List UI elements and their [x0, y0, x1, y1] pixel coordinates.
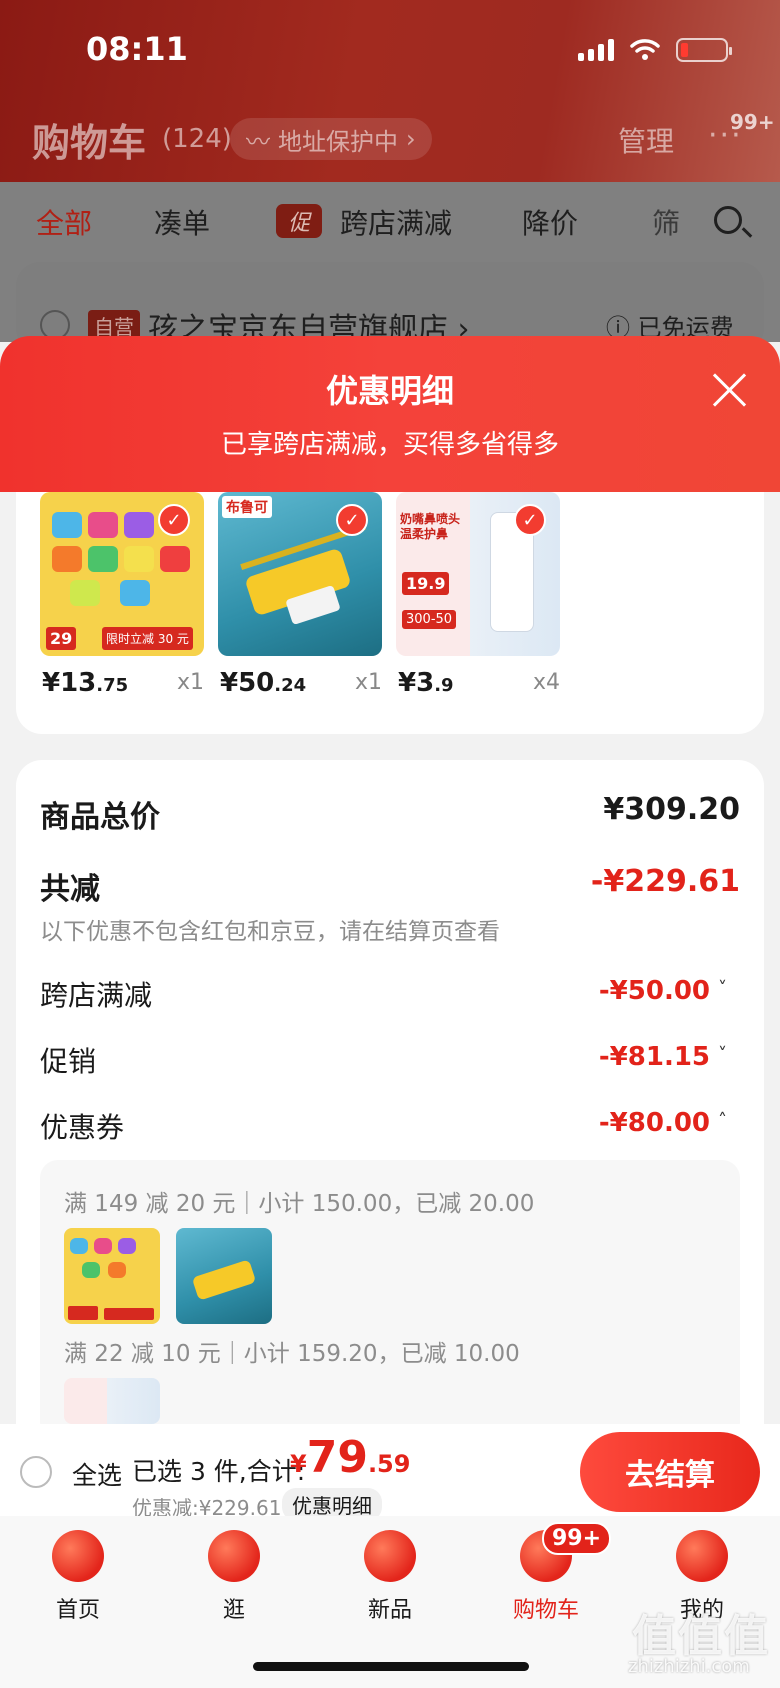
- checkout-button[interactable]: 去结算: [580, 1432, 760, 1512]
- browse-icon: [208, 1530, 260, 1582]
- cross-store-value[interactable]: -¥50.00: [560, 976, 710, 1006]
- page-title: 购物车: [32, 121, 147, 165]
- wifi-icon: [630, 39, 660, 60]
- nav-browse[interactable]: 逛: [174, 1530, 294, 1624]
- promotion-label[interactable]: 促销: [40, 1040, 96, 1080]
- battery-icon: [676, 38, 732, 62]
- total-label: 商品总价: [40, 800, 160, 835]
- discount-sheet-header: [0, 336, 780, 492]
- tab-cross-store[interactable]: 跨店满减: [340, 202, 452, 242]
- promo-price-badge: 29: [46, 627, 77, 650]
- checked-icon: ✓: [158, 504, 190, 536]
- coupon-thumb-nasal-spray: [64, 1378, 160, 1424]
- coupon-value[interactable]: -¥80.00: [560, 1108, 710, 1138]
- nav-label: 逛: [222, 1598, 245, 1623]
- more-badge: 99+: [730, 110, 775, 134]
- coupon-thumb-helicopter: [176, 1228, 272, 1324]
- cross-store-label[interactable]: 跨店满减: [40, 974, 152, 1014]
- nav-label: 新品: [367, 1598, 412, 1623]
- search-icon[interactable]: [714, 206, 742, 234]
- nav-label: 购物车: [512, 1598, 579, 1623]
- product-image-helicopter: 布鲁可 ✓: [218, 492, 382, 656]
- promotion-value[interactable]: -¥81.15: [560, 1042, 710, 1072]
- brand-label: 布鲁可: [222, 496, 272, 518]
- tab-filter[interactable]: 筛: [652, 202, 680, 242]
- address-protect-button[interactable]: 〰 地址保护中 ›: [230, 118, 432, 160]
- promo-price-badge: 19.9: [402, 572, 450, 595]
- total-price: ¥79.59: [290, 1432, 411, 1483]
- discount-hint: 以下优惠不包含红包和京豆，请在结算页查看: [40, 919, 500, 945]
- coupon-line-1: 满 149 减 20 元｜小计 150.00，已减 20.00: [64, 1191, 535, 1217]
- sheet-title: 优惠明细: [325, 372, 454, 410]
- chevron-up-icon[interactable]: ˄: [718, 1110, 727, 1131]
- nav-home[interactable]: 首页: [18, 1530, 138, 1624]
- coupon-line-2: 满 22 减 10 元｜小计 159.20，已减 10.00: [64, 1341, 520, 1367]
- home-indicator[interactable]: [253, 1662, 529, 1671]
- product-image-nasal-spray: 奶嘴鼻喷头 温柔护鼻 19.9 300-50 ✓: [396, 492, 560, 656]
- product-price: ¥50.24: [220, 668, 307, 698]
- chevron-down-icon[interactable]: ˅: [718, 1044, 727, 1065]
- status-icons: [578, 38, 732, 62]
- nav-new[interactable]: 新品: [330, 1530, 450, 1624]
- select-all-label[interactable]: 全选: [72, 1456, 122, 1492]
- chevron-down-icon[interactable]: ˅: [718, 978, 727, 999]
- product-price: ¥13.75: [42, 668, 129, 698]
- product-qty: x1: [354, 670, 382, 695]
- reduce-label: 共减: [40, 872, 100, 907]
- tab-price-drop[interactable]: 降价: [522, 202, 578, 242]
- new-icon: [364, 1530, 416, 1582]
- promo-tag: 促: [276, 204, 322, 238]
- cart-count: (124): [162, 124, 232, 154]
- nav-label: 首页: [55, 1598, 100, 1623]
- sheet-subtitle: 已享跨店满减，买得多省得多: [220, 430, 559, 460]
- tab-bundle[interactable]: 凑单: [154, 202, 210, 242]
- home-icon: [52, 1530, 104, 1582]
- reduce-value: -¥229.61: [590, 864, 740, 899]
- product-qty: x4: [532, 670, 560, 695]
- selected-count: 已选 3 件,合计:: [132, 1457, 306, 1486]
- manage-button[interactable]: 管理: [618, 120, 674, 160]
- promo-text: 300-50: [402, 610, 457, 629]
- product-image-playdoh: 29 限时立减 30 元 ✓: [40, 492, 204, 656]
- watermark-logo: 值值值: [632, 1611, 770, 1662]
- product-item[interactable]: 布鲁可 ✓ ¥50.24 x1: [218, 492, 382, 698]
- close-icon[interactable]: [710, 370, 750, 410]
- coupon-thumb-playdoh: [64, 1228, 160, 1324]
- product-price: ¥3.9: [398, 668, 454, 698]
- mustache-icon: 〰: [246, 127, 270, 156]
- tab-all[interactable]: 全部: [36, 202, 92, 242]
- status-time: 08:11: [86, 30, 188, 68]
- watermark-url: zhizhizhi.com: [628, 1656, 750, 1677]
- checked-icon: ✓: [514, 504, 546, 536]
- address-protect-label: 地址保护中: [278, 127, 398, 156]
- cart-badge: 99+: [542, 1522, 612, 1555]
- total-value: ¥309.20: [603, 792, 740, 827]
- signal-icon: [578, 39, 614, 61]
- product-item[interactable]: 奶嘴鼻喷头 温柔护鼻 19.9 300-50 ✓ ¥3.9 x4: [396, 492, 560, 698]
- select-all-radio[interactable]: [20, 1456, 52, 1488]
- profile-icon: [676, 1530, 728, 1582]
- chevron-right-icon: ›: [406, 125, 416, 153]
- product-qty: x1: [176, 670, 204, 695]
- product-headline: 奶嘴鼻喷头 温柔护鼻: [400, 512, 461, 541]
- checked-icon: ✓: [336, 504, 368, 536]
- promo-text: 限时立减 30 元: [102, 627, 193, 650]
- coupon-label[interactable]: 优惠券: [40, 1106, 124, 1146]
- product-item[interactable]: 29 限时立减 30 元 ✓ ¥13.75 x1: [40, 492, 204, 698]
